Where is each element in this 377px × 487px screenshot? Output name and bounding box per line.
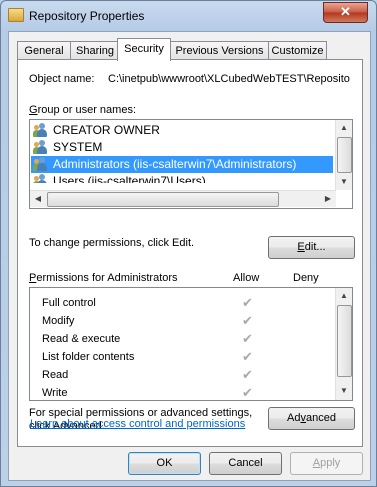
- security-panel: Object name: C:\inetpub\wwwroot\XLCubedW…: [17, 59, 363, 447]
- tab-customize[interactable]: Customize: [268, 41, 327, 60]
- permissions-list[interactable]: Full control ✔ Modify ✔ Read & execute ✔…: [29, 287, 353, 401]
- horizontal-scroll-thumb[interactable]: [47, 192, 279, 207]
- users-icon: [33, 174, 50, 183]
- users-icon: [33, 157, 50, 172]
- group-row[interactable]: Users (iis-csalterwin7\Users): [31, 173, 333, 183]
- tab-general[interactable]: General: [17, 41, 71, 60]
- permission-name: Write: [42, 387, 68, 399]
- scroll-right-icon[interactable]: ▶: [320, 191, 336, 207]
- title-bar[interactable]: Repository Properties ✕: [1, 1, 376, 31]
- groups-vertical-scrollbar[interactable]: ▲ ▼: [335, 120, 352, 190]
- group-row[interactable]: CREATOR OWNER: [31, 122, 333, 139]
- window-title: Repository Properties: [29, 9, 145, 23]
- allow-check-icon: ✔: [242, 367, 253, 382]
- allow-check-icon: ✔: [242, 313, 253, 328]
- scroll-up-icon[interactable]: ▲: [336, 288, 352, 304]
- advanced-button[interactable]: Advanced: [268, 407, 355, 430]
- learn-access-control-link[interactable]: Learn about access control and permissio…: [30, 418, 245, 430]
- users-icon: [33, 123, 50, 138]
- folder-icon: [8, 8, 24, 22]
- scroll-down-icon[interactable]: ▼: [336, 383, 352, 399]
- allow-check-icon: ✔: [242, 331, 253, 346]
- allow-check-icon: ✔: [242, 295, 253, 310]
- close-button[interactable]: ✕: [323, 2, 368, 23]
- deny-column-header: Deny: [293, 272, 319, 284]
- tab-security[interactable]: Security: [117, 38, 171, 61]
- permissions-vertical-scrollbar[interactable]: ▲ ▼: [335, 288, 352, 400]
- allow-check-icon: ✔: [242, 385, 253, 400]
- scroll-thumb[interactable]: [337, 137, 352, 173]
- permissions-for-label: Permissions for Administrators: [29, 272, 178, 284]
- scroll-left-icon[interactable]: ◀: [30, 191, 46, 207]
- scroll-up-icon[interactable]: ▲: [336, 120, 352, 136]
- tab-bar: General Sharing Security Previous Versio…: [17, 38, 363, 61]
- change-permissions-hint: To change permissions, click Edit.: [29, 237, 195, 249]
- tab-previous-versions[interactable]: Previous Versions: [170, 41, 269, 60]
- edit-button[interactable]: Edit...: [268, 236, 355, 259]
- groups-label: Group or user names:: [29, 104, 136, 116]
- apply-button[interactable]: Apply: [290, 452, 363, 475]
- allow-column-header: Allow: [233, 272, 260, 284]
- object-name-value: C:\inetpub\wwwroot\XLCubedWebTEST\Reposi…: [108, 73, 350, 85]
- groups-horizontal-scrollbar[interactable]: ◀ ▶: [30, 190, 336, 207]
- permission-name: Read: [42, 369, 69, 381]
- permission-name: Modify: [42, 315, 75, 327]
- groups-listbox[interactable]: CREATOR OWNER SYSTEM Administrators (iis…: [29, 119, 353, 209]
- cancel-button[interactable]: Cancel: [209, 452, 282, 475]
- group-row[interactable]: SYSTEM: [31, 139, 333, 156]
- properties-window: Repository Properties ✕ General Sharing …: [0, 0, 377, 487]
- tab-sharing[interactable]: Sharing: [70, 41, 120, 60]
- allow-check-icon: ✔: [242, 349, 253, 364]
- scroll-down-icon[interactable]: ▼: [336, 174, 352, 190]
- permission-name: Full control: [42, 297, 96, 309]
- scroll-thumb[interactable]: [337, 305, 352, 377]
- ok-button[interactable]: OK: [128, 452, 201, 475]
- dialog-client-area: General Sharing Security Previous Versio…: [8, 31, 371, 481]
- permission-name: List folder contents: [42, 351, 135, 363]
- object-name-label: Object name:: [29, 73, 95, 85]
- permission-name: Read & execute: [42, 333, 121, 345]
- group-row-selected[interactable]: Administrators (iis-csalterwin7\Administ…: [31, 156, 333, 173]
- users-icon: [33, 140, 50, 155]
